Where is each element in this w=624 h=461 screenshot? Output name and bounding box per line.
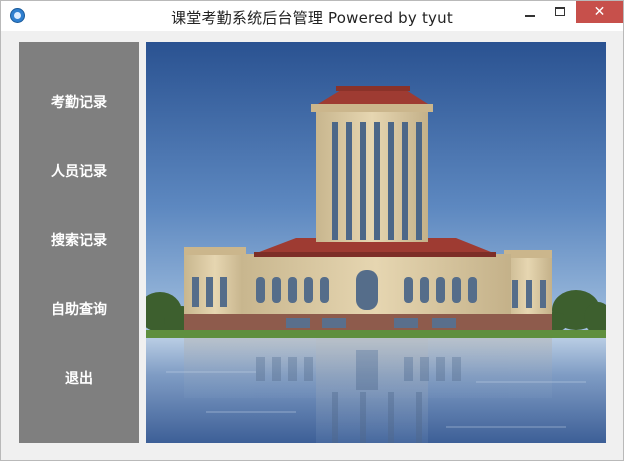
minimize-button[interactable] — [515, 1, 545, 23]
maximize-button[interactable] — [545, 1, 575, 23]
menu-item-attendance-records[interactable]: 考勤记录 — [19, 86, 139, 120]
building-illustration — [146, 42, 606, 443]
sidebar-menu: 考勤记录 人员记录 搜索记录 自助查询 退出 — [19, 42, 139, 443]
campus-building-photo — [146, 42, 606, 443]
close-button[interactable]: ✕ — [576, 1, 623, 23]
menu-item-self-service-query[interactable]: 自助查询 — [19, 293, 139, 327]
title-bar[interactable]: 课堂考勤系统后台管理 Powered by tyut ✕ — [1, 1, 623, 31]
app-window: 课堂考勤系统后台管理 Powered by tyut ✕ 考勤记录 人员记录 搜… — [0, 0, 624, 461]
menu-item-search-records[interactable]: 搜索记录 — [19, 224, 139, 258]
menu-item-exit[interactable]: 退出 — [19, 362, 139, 396]
menu-item-personnel-records[interactable]: 人员记录 — [19, 155, 139, 189]
